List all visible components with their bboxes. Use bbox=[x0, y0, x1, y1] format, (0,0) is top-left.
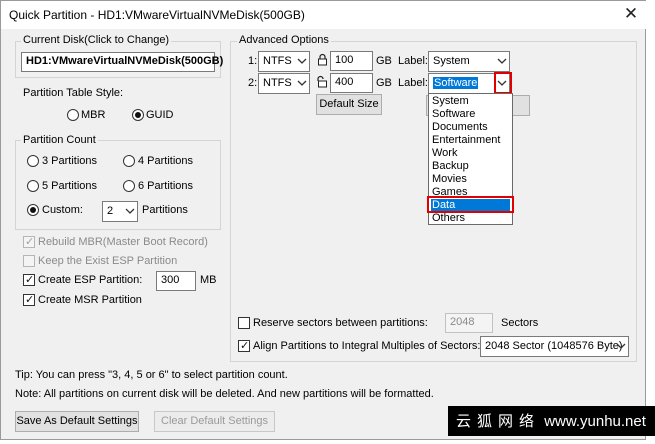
note-text: Note: All partitions on current disk wil… bbox=[15, 388, 434, 400]
custom-radio-label: Custom: bbox=[42, 204, 83, 216]
five-partitions-radio[interactable] bbox=[27, 180, 39, 192]
rebuild-mbr-checkbox[interactable] bbox=[23, 235, 35, 248]
create-esp-label: Create ESP Partition: bbox=[38, 274, 143, 286]
row1-filesystem-select[interactable]: NTFS bbox=[258, 51, 310, 72]
align-partitions-label: Align Partitions to Integral Multiples o… bbox=[253, 340, 481, 352]
reserve-sectors-input[interactable]: 2048 bbox=[445, 313, 493, 333]
row1-size-input[interactable]: 100 bbox=[330, 51, 373, 71]
label-option-others[interactable]: Others bbox=[431, 212, 510, 225]
row2-unit: GB bbox=[376, 77, 392, 89]
custom-count-value: 2 bbox=[107, 205, 114, 217]
watermark-cn-text: 云狐网络 bbox=[456, 412, 541, 430]
label-option-entertainment[interactable]: Entertainment bbox=[431, 134, 510, 147]
close-icon[interactable]: ✕ bbox=[620, 4, 642, 24]
label-option-software[interactable]: Software bbox=[431, 108, 510, 121]
align-partitions-checkbox[interactable] bbox=[238, 339, 250, 352]
guid-radio-label: GUID bbox=[146, 109, 174, 121]
five-partitions-label: 5 Partitions bbox=[42, 180, 98, 192]
partition-count-legend: Partition Count bbox=[21, 134, 98, 146]
tip-text: Tip: You can press "3, 4, 5 or 6" to sel… bbox=[15, 369, 288, 381]
custom-count-select[interactable]: 2 bbox=[102, 201, 138, 222]
row1-unit: GB bbox=[376, 55, 392, 67]
unlock-icon[interactable] bbox=[316, 75, 328, 88]
three-partitions-label: 3 Partitions bbox=[42, 155, 98, 167]
label-option-system[interactable]: System bbox=[431, 95, 510, 108]
rebuild-mbr-label: Rebuild MBR(Master Boot Record) bbox=[38, 236, 208, 248]
guid-radio[interactable] bbox=[132, 109, 144, 121]
esp-unit-label: MB bbox=[200, 274, 217, 286]
data-option-annotation bbox=[427, 196, 514, 213]
label-option-work[interactable]: Work bbox=[431, 147, 510, 160]
mbr-radio-label: MBR bbox=[81, 109, 106, 121]
chevron-down-icon bbox=[297, 58, 307, 64]
save-default-settings-button[interactable]: Save As Default Settings bbox=[15, 411, 139, 432]
clear-default-settings-button[interactable]: Clear Default Settings bbox=[154, 411, 275, 432]
keep-esp-checkbox[interactable] bbox=[23, 255, 35, 267]
chevron-down-icon bbox=[297, 80, 307, 86]
row1-label-caption: Label: bbox=[398, 55, 428, 67]
reserve-sectors-label: Reserve sectors between partitions: bbox=[253, 317, 428, 329]
advanced-options-legend: Advanced Options bbox=[237, 34, 331, 46]
keep-esp-label: Keep the Exist ESP Partition bbox=[38, 255, 178, 267]
three-partitions-radio[interactable] bbox=[27, 155, 39, 167]
row1-label-select[interactable]: System bbox=[428, 51, 510, 72]
row2-size-input[interactable]: 400 bbox=[330, 73, 373, 93]
watermark-url-text: www.yunhu.net bbox=[544, 413, 646, 430]
six-partitions-label: 6 Partitions bbox=[138, 180, 194, 192]
create-msr-label: Create MSR Partition bbox=[38, 294, 142, 306]
four-partitions-radio[interactable] bbox=[123, 155, 135, 167]
chevron-down-icon bbox=[616, 343, 626, 349]
default-size-button[interactable]: Default Size bbox=[316, 94, 382, 115]
label-option-documents[interactable]: Documents bbox=[431, 121, 510, 134]
current-disk-field[interactable]: HD1:VMwareVirtualNVMeDisk(500GB) bbox=[21, 52, 223, 72]
label-option-movies[interactable]: Movies bbox=[431, 173, 510, 186]
row1-filesystem-value: NTFS bbox=[263, 55, 292, 67]
row1-label-value: System bbox=[433, 55, 470, 67]
watermark-banner: 云狐网络 www.yunhu.net bbox=[448, 406, 655, 436]
quick-partition-dialog: Quick Partition - HD1:VMwareVirtualNVMeD… bbox=[0, 0, 647, 440]
reserve-sectors-checkbox[interactable] bbox=[238, 317, 250, 329]
window-title: Quick Partition - HD1:VMwareVirtualNVMeD… bbox=[9, 8, 305, 22]
create-esp-checkbox[interactable] bbox=[23, 273, 35, 286]
mbr-radio[interactable] bbox=[67, 109, 79, 121]
row2-label-value: Software bbox=[433, 77, 479, 89]
partition-table-style-label: Partition Table Style: bbox=[23, 87, 124, 99]
lock-icon[interactable] bbox=[317, 53, 328, 66]
row2-label-caption: Label: bbox=[398, 77, 428, 89]
esp-size-input[interactable]: 300 bbox=[156, 271, 196, 291]
row1-index: 1: bbox=[248, 55, 258, 67]
six-partitions-radio[interactable] bbox=[123, 180, 135, 192]
row2-filesystem-value: NTFS bbox=[263, 77, 292, 89]
create-msr-checkbox[interactable] bbox=[23, 293, 35, 306]
label-option-backup[interactable]: Backup bbox=[431, 160, 510, 173]
reserve-sectors-unit: Sectors bbox=[501, 317, 539, 329]
partitions-suffix-label: Partitions bbox=[142, 204, 188, 216]
chevron-down-icon bbox=[125, 208, 135, 214]
align-sectors-select[interactable]: 2048 Sector (1048576 Byte) bbox=[480, 336, 629, 357]
row2-index: 2: bbox=[248, 77, 258, 89]
title-bar: Quick Partition - HD1:VMwareVirtualNVMeD… bbox=[1, 1, 647, 29]
current-disk-legend: Current Disk(Click to Change) bbox=[21, 34, 172, 46]
four-partitions-label: 4 Partitions bbox=[138, 155, 194, 167]
row2-filesystem-select[interactable]: NTFS bbox=[258, 73, 310, 94]
chevron-down-icon bbox=[497, 58, 507, 64]
custom-radio[interactable] bbox=[27, 204, 39, 216]
align-sectors-value: 2048 Sector (1048576 Byte) bbox=[485, 340, 623, 352]
dropdown-arrow-annotation bbox=[494, 72, 512, 94]
